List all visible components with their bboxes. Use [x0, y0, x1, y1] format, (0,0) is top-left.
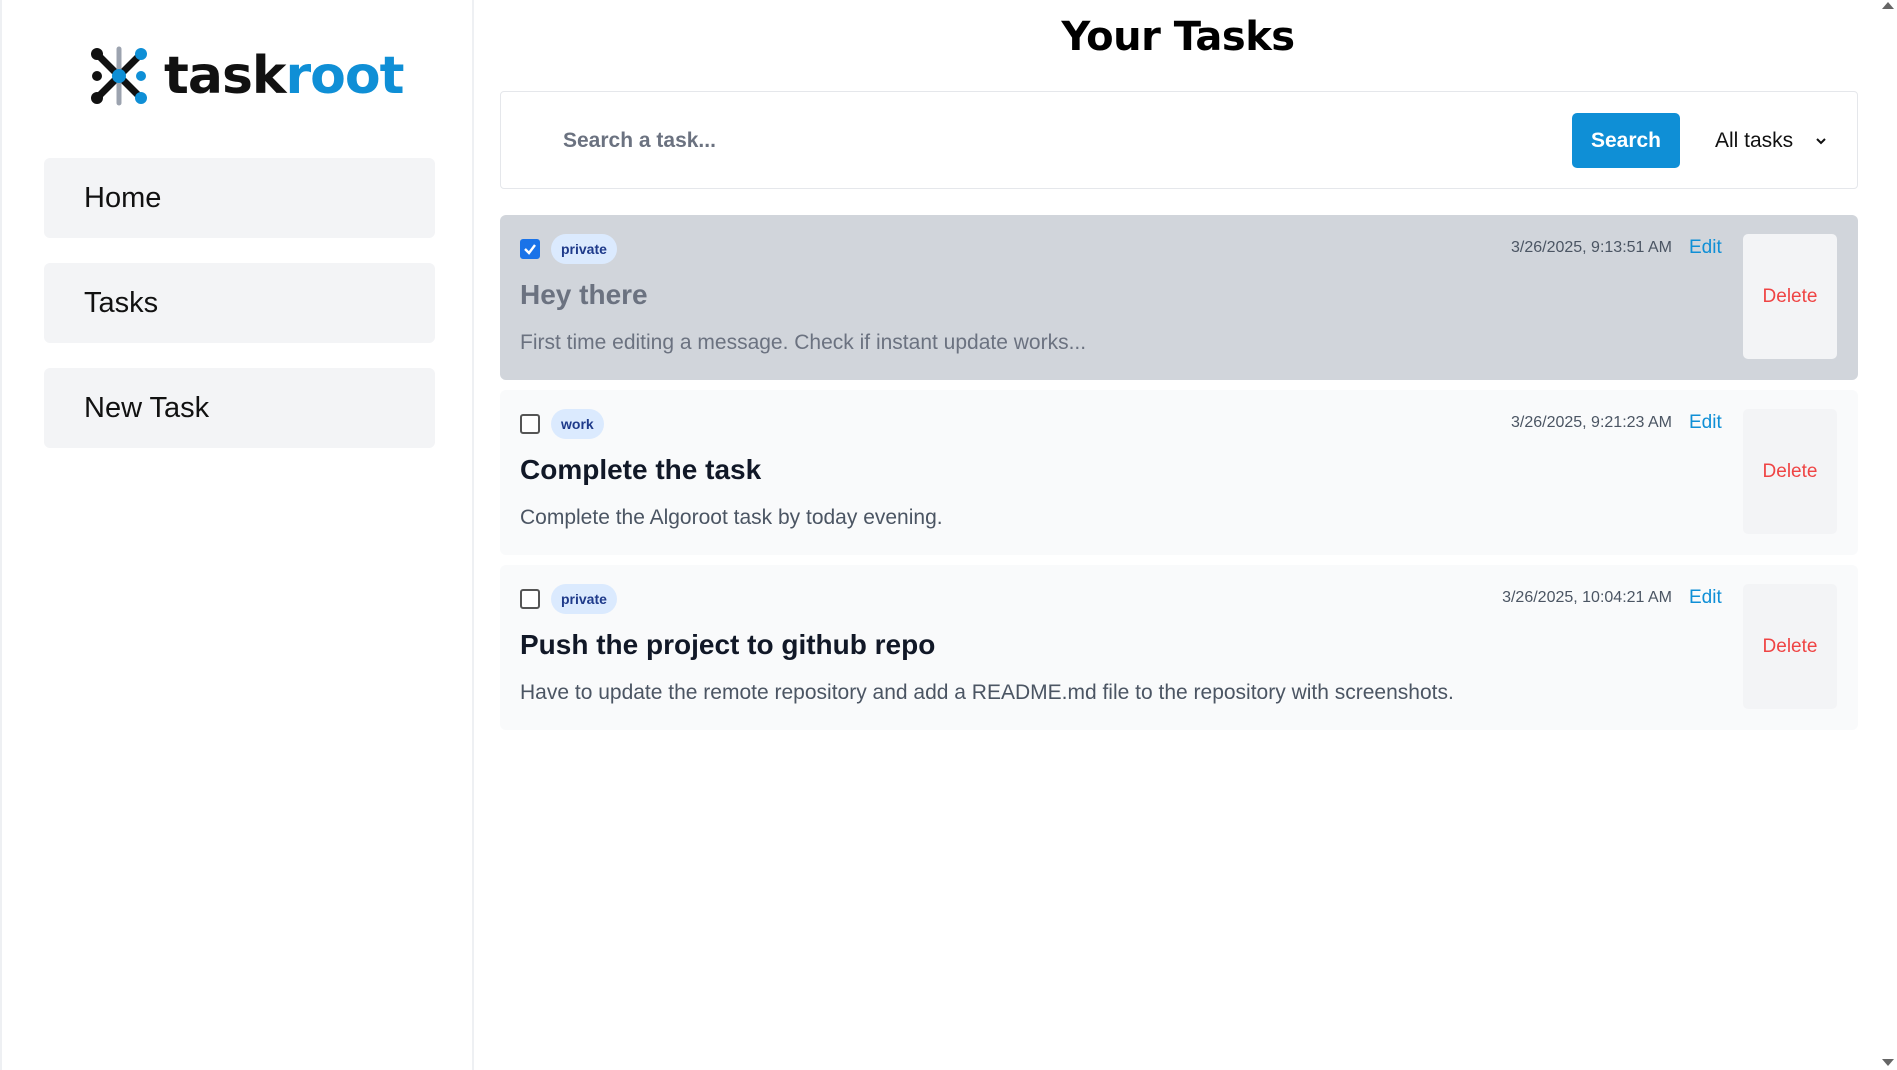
task-title: Hey there — [520, 279, 648, 310]
task-timestamp: 3/26/2025, 10:04:21 AM — [1502, 589, 1672, 606]
task-card: private 3/26/2025, 9:13:51 AM Edit Hey t… — [500, 215, 1858, 380]
scroll-up-arrow-icon[interactable] — [1881, 0, 1895, 10]
edit-task-link[interactable]: Edit — [1689, 587, 1722, 609]
taskroot-logo-icon — [91, 46, 147, 106]
sidebar-item-label: Tasks — [84, 286, 159, 319]
filter-selected-label: All tasks — [1715, 128, 1794, 152]
task-tag: work — [551, 409, 604, 439]
search-panel: Search All tasks — [500, 91, 1858, 189]
edit-task-link[interactable]: Edit — [1689, 412, 1722, 434]
task-card: work 3/26/2025, 9:21:23 AM Edit Complete… — [500, 390, 1858, 555]
sidebar-item-home[interactable]: Home — [44, 158, 435, 238]
sidebar-item-label: New Task — [84, 391, 210, 424]
page-title: Your Tasks — [1061, 14, 1295, 60]
task-complete-checkbox[interactable] — [520, 239, 540, 259]
delete-task-button[interactable]: Delete — [1743, 584, 1837, 709]
task-tag: private — [551, 584, 617, 614]
sidebar: taskroot Home Tasks New Task — [0, 0, 474, 1070]
chevron-down-icon — [1816, 137, 1826, 144]
task-title: Complete the task — [520, 454, 762, 485]
task-description: First time editing a message. Check if i… — [520, 331, 1087, 354]
delete-task-button[interactable]: Delete — [1743, 234, 1837, 359]
task-description: Complete the Algoroot task by today even… — [520, 506, 943, 529]
sidebar-item-tasks[interactable]: Tasks — [44, 263, 435, 343]
delete-task-button[interactable]: Delete — [1743, 409, 1837, 534]
task-card: private 3/26/2025, 10:04:21 AM Edit Push… — [500, 565, 1858, 730]
task-tag: private — [551, 234, 617, 264]
brand-logo[interactable]: taskroot — [88, 44, 404, 108]
sidebar-item-label: Home — [84, 181, 162, 214]
scroll-down-arrow-icon[interactable] — [1881, 1058, 1895, 1068]
sidebar-item-new-task[interactable]: New Task — [44, 368, 435, 448]
task-filter-select[interactable]: All tasks — [1699, 113, 1839, 168]
task-timestamp: 3/26/2025, 9:13:51 AM — [1510, 239, 1672, 256]
search-button[interactable]: Search — [1572, 113, 1680, 168]
task-description: Have to update the remote repository and… — [520, 681, 1454, 704]
task-timestamp: 3/26/2025, 9:21:23 AM — [1510, 414, 1672, 431]
edit-task-link[interactable]: Edit — [1689, 237, 1722, 259]
main-content: Your Tasks Search All tasks private 3/26… — [476, 0, 1876, 1070]
checkmark-icon — [524, 244, 536, 255]
task-title: Push the project to github repo — [520, 629, 936, 660]
task-complete-checkbox[interactable] — [520, 414, 540, 434]
task-complete-checkbox[interactable] — [520, 589, 540, 609]
brand-name: taskroot — [164, 46, 404, 106]
search-input[interactable] — [539, 114, 1519, 168]
